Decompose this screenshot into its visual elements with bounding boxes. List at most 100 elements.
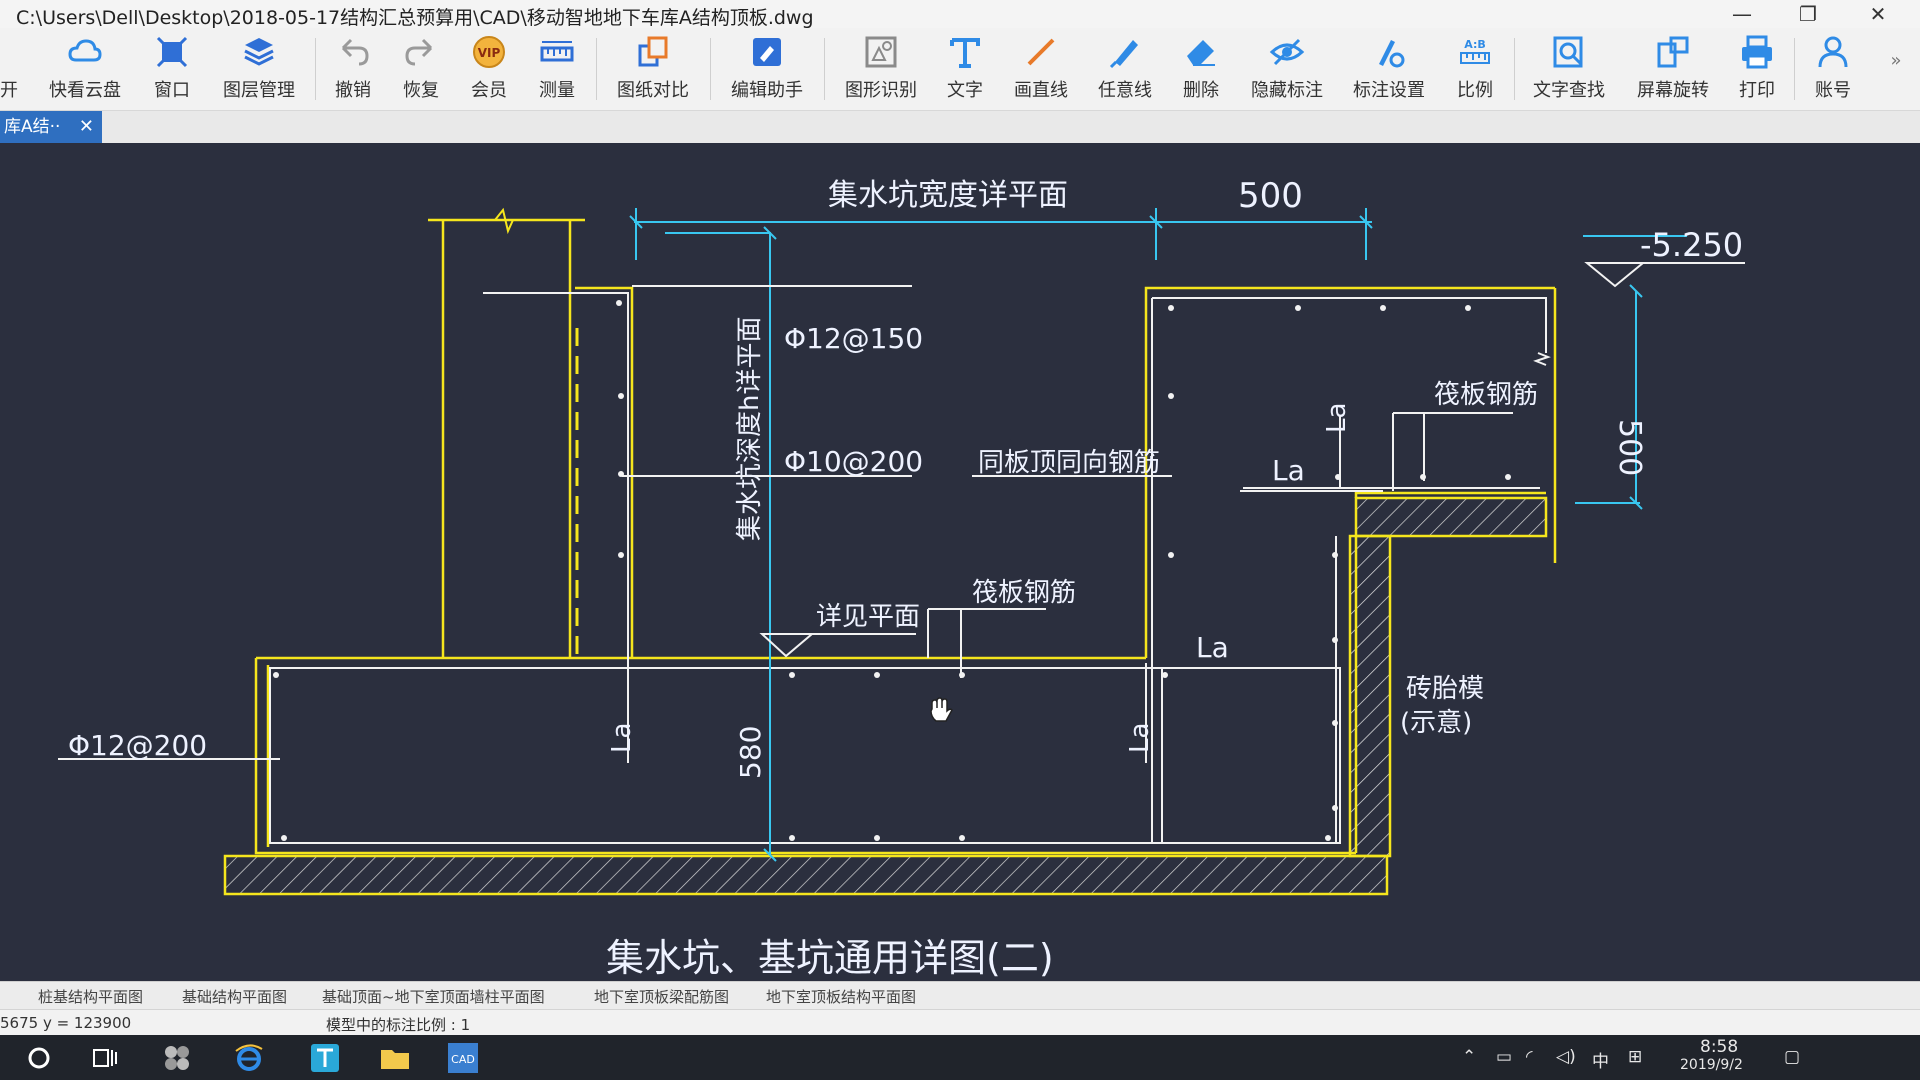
svg-text:A:B: A:B: [1464, 38, 1486, 51]
layout-tab-roof-plan[interactable]: 地下室顶板结构平面图: [766, 986, 916, 1007]
tray-chevron-icon[interactable]: ⌃: [1462, 1047, 1476, 1067]
freehand-icon: [1109, 40, 1138, 69]
layers-icon: [244, 38, 274, 66]
rotate-screen-icon: [1657, 36, 1689, 68]
more-tools-chevron-icon: »: [1890, 50, 1902, 71]
cad-viewer-taskbar-icon[interactable]: CAD: [446, 1041, 480, 1075]
layout-tab-pile-plan[interactable]: 桩基结构平面图: [38, 986, 143, 1007]
more-tools-button[interactable]: »: [1886, 34, 1906, 106]
search-circle-icon[interactable]: [22, 1041, 56, 1075]
window-title: C:\Users\Dell\Desktop\2018-05-17结构汇总预算用\…: [16, 7, 814, 29]
pinwheel-app-icon[interactable]: [160, 1041, 194, 1075]
volume-icon[interactable]: ◁): [1556, 1047, 1576, 1067]
coordinate-readout: 5675 y = 123900: [0, 1014, 132, 1032]
redo-button[interactable]: 恢复: [398, 34, 444, 106]
scale-label: 比例: [1457, 80, 1493, 101]
layer-manager-button[interactable]: 图层管理: [218, 34, 300, 106]
la-label-mid: La: [1125, 723, 1155, 753]
print-button[interactable]: 打印: [1734, 34, 1780, 106]
raft-rebar-label-2: 筏板钢筋: [1434, 380, 1538, 410]
text-icon: [950, 38, 980, 68]
rotate-screen-button[interactable]: 屏幕旋转: [1632, 34, 1714, 106]
layout-tab-bar: 桩基结构平面图 基础结构平面图 基础顶面~地下室顶面墙柱平面图 地下室顶板梁配筋…: [0, 981, 1920, 1010]
open-button[interactable]: 开: [0, 34, 18, 106]
print-icon: [1742, 35, 1772, 69]
keyboard-grid-icon[interactable]: ⊞: [1628, 1047, 1642, 1067]
document-tab[interactable]: 库A结·· ✕: [0, 111, 102, 143]
drawing-canvas[interactable]: 集水坑宽度详平面 500 -5.250 Φ12@150 Φ10@200 Φ12@…: [0, 143, 1920, 981]
cad-viewer-app: C:\Users\Dell\Desktop\2018-05-17结构汇总预算用\…: [0, 0, 1920, 1080]
compare-label: 图纸对比: [617, 80, 689, 101]
vip-label: 会员: [471, 80, 507, 101]
document-tab-label: 库A结··: [4, 117, 61, 137]
toolbar-separator: [1794, 38, 1795, 100]
restore-button[interactable]: ❐: [1780, 0, 1836, 28]
cad-drawing: 集水坑宽度详平面 500 -5.250 Φ12@150 Φ10@200 Φ12@…: [58, 176, 1745, 980]
undo-icon: [341, 38, 369, 66]
window-button[interactable]: 窗口: [148, 34, 196, 106]
elevation-marker: [1584, 262, 1646, 288]
elevation-label: -5.250: [1640, 226, 1743, 264]
wifi-icon[interactable]: ◜: [1526, 1047, 1533, 1067]
text-button[interactable]: 文字: [942, 34, 988, 106]
brick-formwork-note: (示意): [1400, 708, 1472, 738]
la-label-vertical: La: [1322, 403, 1352, 433]
shape-recognize-button[interactable]: 图形识别: [840, 34, 922, 106]
eraser-icon: [1187, 40, 1215, 66]
hide-annotation-button[interactable]: 隐藏标注: [1246, 34, 1328, 106]
taskbar-date[interactable]: 2019/9/2: [1680, 1057, 1743, 1073]
ie-browser-icon[interactable]: [232, 1041, 266, 1075]
compare-button[interactable]: 图纸对比: [612, 34, 694, 106]
la-label-bottom: La: [1196, 631, 1229, 664]
account-icon: [1818, 36, 1848, 68]
svg-text:VIP: VIP: [478, 46, 501, 60]
text-search-icon: [1553, 36, 1583, 68]
layout-tab-wall-column-plan[interactable]: 基础顶面~地下室顶面墙柱平面图: [322, 986, 545, 1007]
toolbar-separator: [1514, 38, 1515, 100]
delete-button[interactable]: 删除: [1178, 34, 1224, 106]
minimize-button[interactable]: —: [1714, 0, 1770, 28]
drawing-main-title: 集水坑、基坑通用详图(二): [606, 936, 1054, 980]
redo-label: 恢复: [403, 80, 439, 101]
vip-button[interactable]: VIP 会员: [466, 34, 512, 106]
window-icon: [156, 36, 188, 68]
raft-rebar-label-1: 筏板钢筋: [972, 578, 1076, 608]
account-button[interactable]: 账号: [1810, 34, 1856, 106]
see-plan-label: 详见平面: [816, 602, 920, 632]
edit-assistant-button[interactable]: 编辑助手: [726, 34, 808, 106]
annotation-settings-button[interactable]: 标注设置: [1348, 34, 1430, 106]
scale-button[interactable]: A:B 比例: [1452, 34, 1498, 106]
taskbar-clock[interactable]: 8:58: [1700, 1037, 1738, 1057]
layer-manager-label: 图层管理: [223, 80, 295, 101]
toolbar-separator: [710, 38, 711, 100]
freehand-button[interactable]: 任意线: [1094, 34, 1156, 106]
measure-button[interactable]: 测量: [534, 34, 580, 106]
ruler-icon: [540, 41, 574, 62]
draw-line-button[interactable]: 画直线: [1010, 34, 1072, 106]
account-label: 账号: [1815, 80, 1851, 101]
text-app-icon[interactable]: [308, 1041, 342, 1075]
ime-indicator[interactable]: 中: [1592, 1047, 1609, 1072]
window-label: 窗口: [154, 80, 190, 101]
edit-assistant-label: 编辑助手: [731, 80, 803, 101]
la-label-right: La: [1272, 454, 1305, 487]
base-cushion-hatch: [223, 854, 1389, 896]
text-search-button[interactable]: 文字查找: [1528, 34, 1610, 106]
file-explorer-icon[interactable]: [378, 1041, 412, 1075]
toolbar: 开 快看云盘 窗口 图层管理 撤销 恢复 VIP 会员 测量 图纸对比 编辑助手…: [0, 28, 1920, 111]
layout-tab-foundation-plan[interactable]: 基础结构平面图: [182, 986, 287, 1007]
title-bar: C:\Users\Dell\Desktop\2018-05-17结构汇总预算用\…: [0, 0, 1920, 29]
close-button[interactable]: ✕: [1850, 0, 1906, 28]
draw-line-label: 画直线: [1014, 80, 1068, 101]
battery-icon[interactable]: ▭: [1496, 1047, 1512, 1067]
undo-button[interactable]: 撤销: [330, 34, 376, 106]
task-view-icon[interactable]: [88, 1041, 122, 1075]
cloud-drive-button[interactable]: 快看云盘: [44, 34, 126, 106]
measure-label: 测量: [539, 80, 575, 101]
rotate-screen-label: 屏幕旋转: [1637, 80, 1709, 101]
undo-label: 撤销: [335, 80, 371, 101]
notification-icon[interactable]: ▢: [1784, 1047, 1800, 1067]
close-tab-icon[interactable]: ✕: [79, 111, 94, 143]
layout-tab-roof-beam-rebar[interactable]: 地下室顶板梁配筋图: [594, 986, 729, 1007]
open-button-label: 开: [0, 80, 18, 101]
